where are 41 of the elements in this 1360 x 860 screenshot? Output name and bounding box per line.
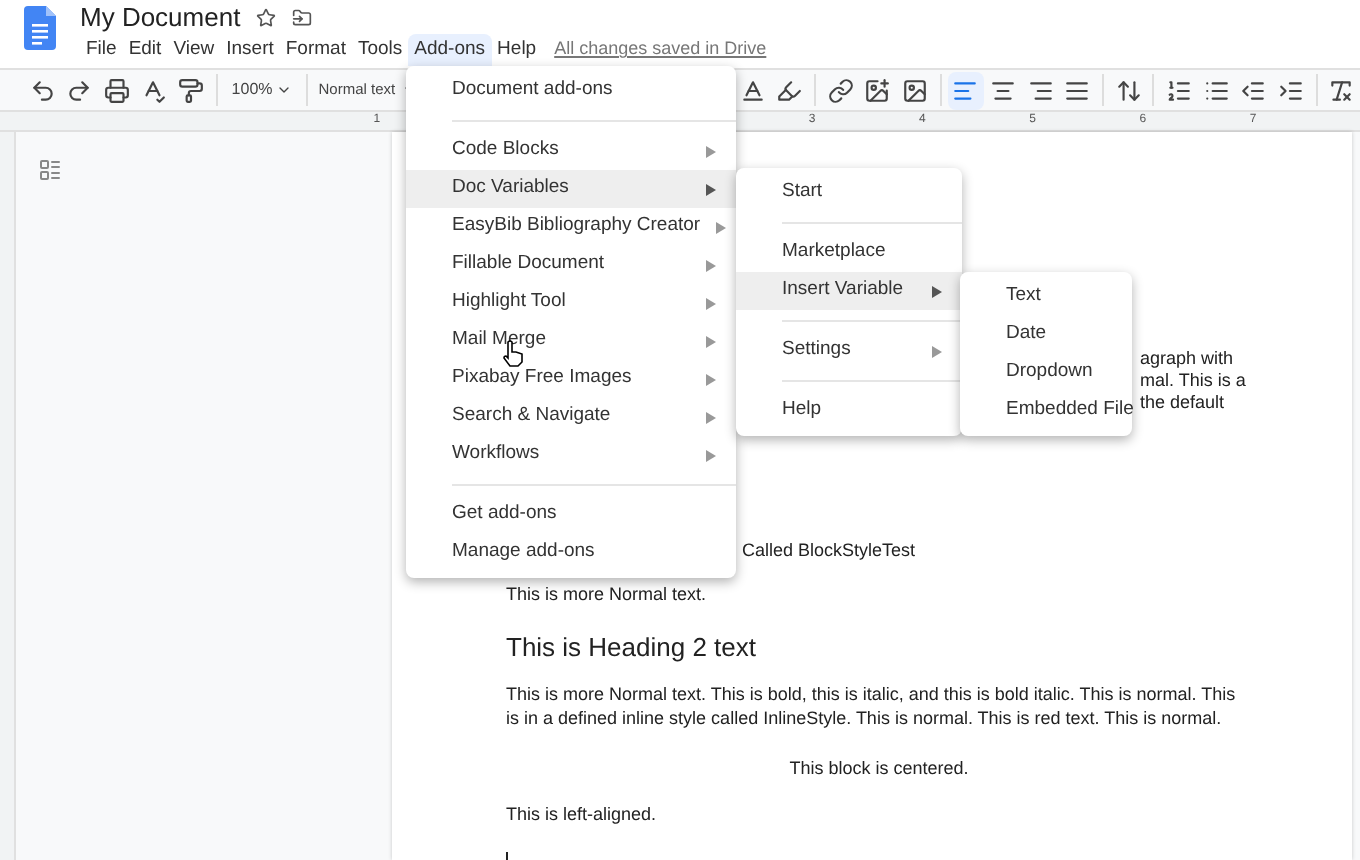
menu-bar-item[interactable]: Add-ons — [408, 34, 492, 66]
menu-item[interactable]: Settings — [736, 332, 962, 370]
menu-item[interactable]: Start — [736, 174, 962, 212]
paragraph-text: This is more Normal text. This is bold, this is italic, and this is bold italic. This is normal. This is in a defined inline style called InlineStyle. This is normal. This is red text. This is normal. — [506, 681, 1238, 729]
menu-item[interactable]: Marketplace — [736, 234, 962, 272]
menu-item[interactable]: Document add-ons — [406, 72, 736, 110]
menu-bar-item[interactable]: Edit — [122, 34, 168, 66]
paragraph-text: the default — [1140, 392, 1227, 414]
menu-item[interactable]: Fillable Document — [406, 246, 736, 284]
menu-item[interactable]: Search & Navigate — [406, 398, 736, 436]
paragraph-text: This is left-aligned. — [506, 802, 659, 826]
save-status-link[interactable]: All changes saved in Drive — [554, 36, 767, 64]
menu-item[interactable]: Get add-ons — [406, 496, 736, 534]
menu-bar-item[interactable]: View — [167, 34, 221, 66]
menu-item[interactable]: Pixabay Free Images — [406, 360, 736, 398]
paragraph-text: Called BlockStyleTest — [742, 538, 918, 564]
menu-item[interactable]: Embedded File — [960, 392, 1132, 430]
menu-item[interactable]: Manage add-ons — [406, 534, 736, 572]
menu-item[interactable]: Highlight Tool — [406, 284, 736, 322]
menu-item[interactable]: Code Blocks — [406, 132, 736, 170]
menu-bar-item[interactable]: Format — [279, 34, 352, 66]
menu-item[interactable]: Text — [960, 278, 1132, 316]
menu-bar-item[interactable]: Insert — [220, 34, 280, 66]
paragraph-text: This block is centered. — [787, 755, 971, 781]
paragraph-text: This is more Normal text. — [506, 582, 709, 606]
document-title[interactable]: My Document — [80, 0, 241, 37]
menu-item[interactable]: Date — [960, 316, 1132, 354]
menu-item[interactable]: EasyBib Bibliography Creator — [406, 208, 736, 246]
paragraph-text: mal. This is a — [1140, 370, 1248, 392]
zoom-dropdown[interactable]: 100% — [223, 78, 301, 102]
paragraph-text: agraph with — [1140, 348, 1236, 370]
menu-item[interactable]: Mail Merge — [406, 322, 736, 360]
menu-bar-item[interactable]: File — [80, 34, 123, 66]
menu-item[interactable]: Dropdown — [960, 354, 1132, 392]
heading-text: This is Heading 2 text — [506, 630, 759, 666]
menu-item[interactable]: Insert Variable — [736, 272, 962, 310]
menu-bar-item[interactable]: Tools — [351, 34, 409, 66]
menu-item[interactable]: Help — [736, 392, 962, 430]
menu-item[interactable]: Doc Variables — [406, 170, 736, 208]
menu-item[interactable]: Workflows — [406, 436, 736, 474]
menu-bar-item[interactable]: Help — [491, 34, 543, 66]
